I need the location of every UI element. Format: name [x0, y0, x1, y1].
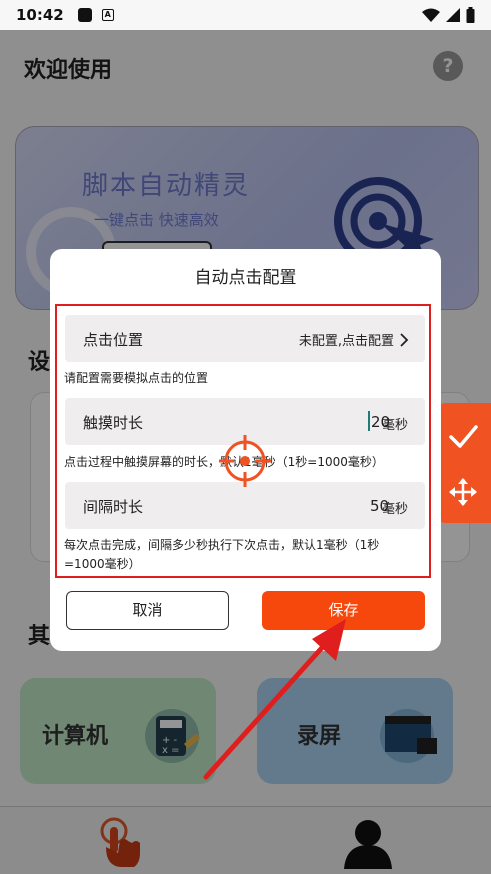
annotation-arrow: [203, 619, 346, 780]
status-bar: 10:42 A: [0, 0, 491, 30]
notification-icon: [77, 8, 92, 22]
crosshair-icon[interactable]: [218, 434, 272, 488]
touch-duration-label: 触摸时长: [83, 414, 144, 432]
touch-duration-unit: 毫秒: [381, 418, 408, 433]
click-position-value: 未配置,点击配置: [298, 334, 394, 349]
chevron-right-icon: [400, 332, 409, 347]
click-position-label: 点击位置: [83, 331, 144, 349]
check-icon[interactable]: [448, 421, 478, 451]
interval-row: 间隔时长 50 毫秒: [65, 482, 425, 529]
battery-icon: [466, 7, 475, 23]
click-position-hint: 请配置需要模拟点击的位置: [64, 371, 209, 385]
click-position-row[interactable]: 点击位置 未配置,点击配置: [65, 315, 425, 362]
status-time: 10:42: [16, 6, 64, 24]
notification-a-icon: A: [101, 9, 114, 21]
dialog-title: 自动点击配置: [194, 268, 297, 288]
interval-hint: 每次点击完成，间隔多少秒执行下次点击，默认1毫秒（1秒=1000毫秒）: [64, 538, 380, 571]
move-icon[interactable]: [448, 477, 478, 507]
click-position-value-group: 未配置,点击配置: [299, 330, 409, 349]
text-cursor: [368, 411, 370, 431]
interval-label: 间隔时长: [83, 498, 144, 516]
floating-control-panel[interactable]: [436, 403, 491, 523]
wifi-icon: [422, 8, 440, 22]
interval-unit: 毫秒: [381, 502, 408, 517]
signal-icon: [446, 8, 460, 22]
